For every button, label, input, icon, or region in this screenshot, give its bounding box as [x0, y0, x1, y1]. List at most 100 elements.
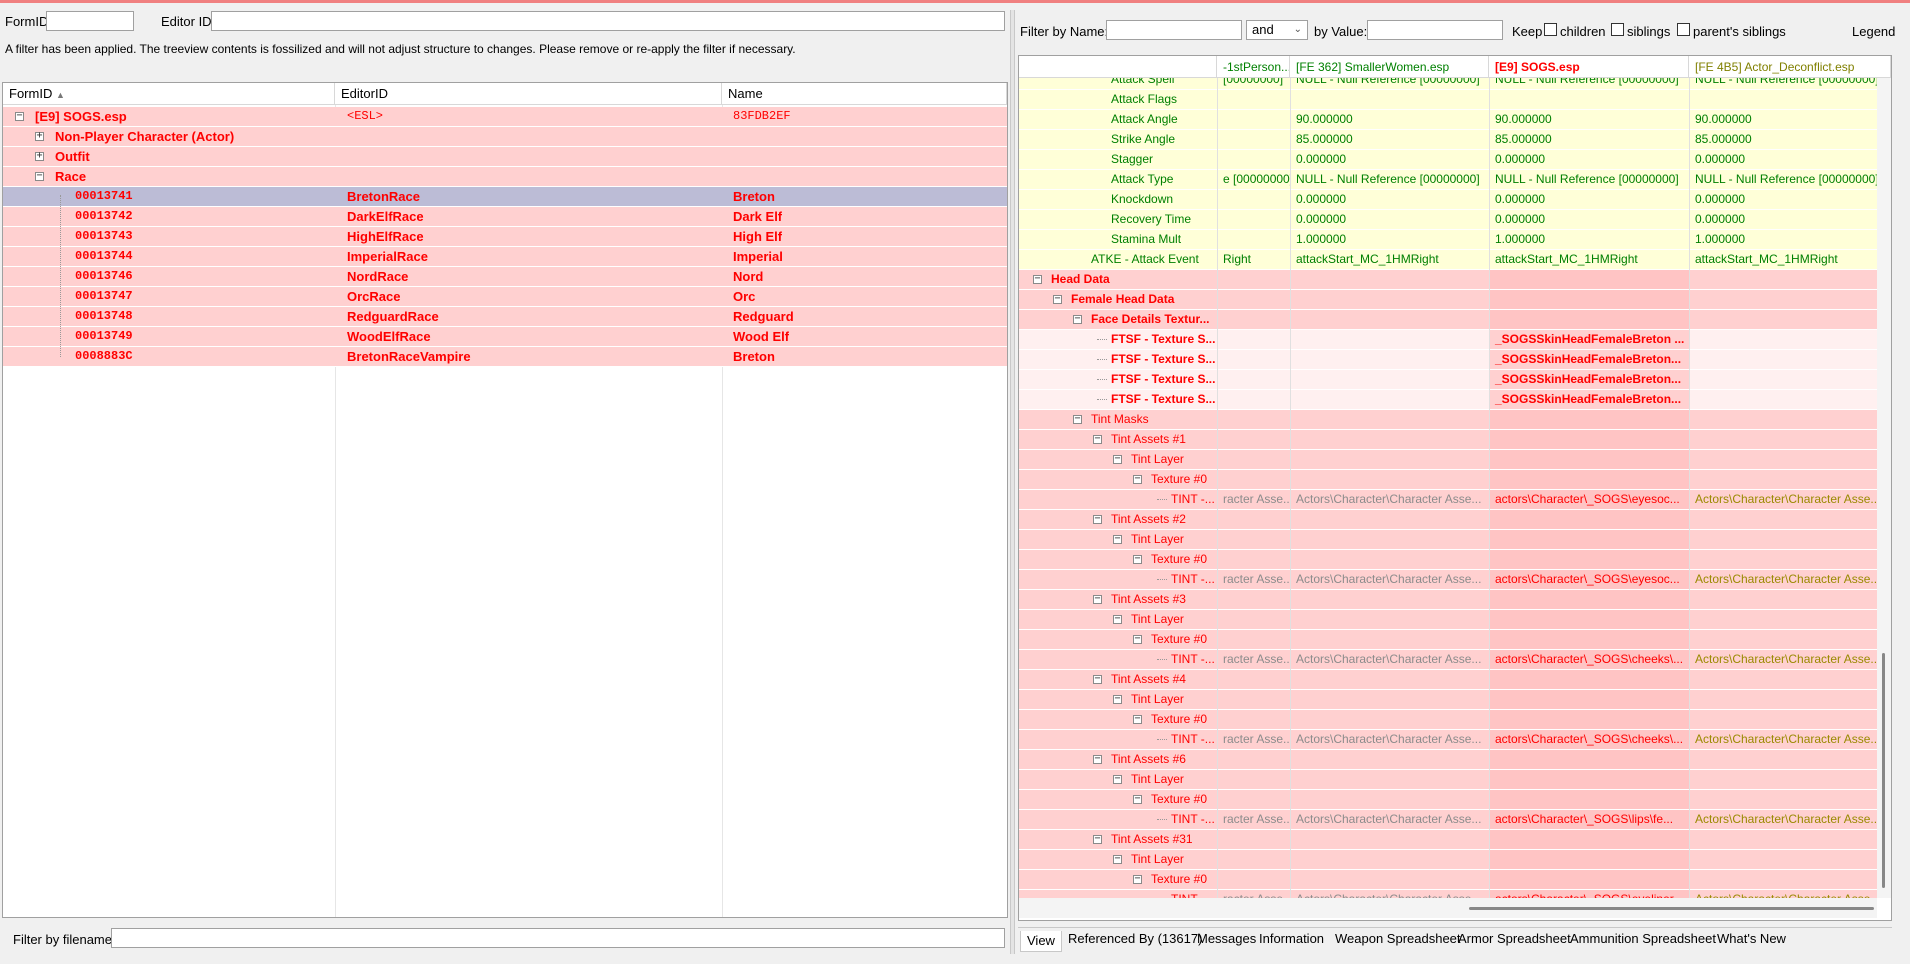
record-tree[interactable]: FormID ▲ EditorID Name − [E9] SOGS.esp <… [2, 82, 1008, 918]
field-value[interactable] [1689, 610, 1891, 629]
field-value[interactable] [1290, 330, 1489, 349]
field-value[interactable] [1290, 830, 1489, 849]
collapse-icon[interactable]: − [35, 171, 44, 181]
collapse-icon[interactable]: − [15, 111, 24, 121]
field-value[interactable] [1217, 630, 1290, 649]
field-value[interactable] [1217, 590, 1290, 609]
field-value[interactable]: Actors\Character\Character Asse... [1689, 810, 1891, 829]
field-value[interactable] [1217, 290, 1290, 309]
field-value[interactable] [1290, 710, 1489, 729]
field-value[interactable] [1489, 870, 1689, 889]
field-value[interactable] [1217, 510, 1290, 529]
record-field-row[interactable]: TINT -...racter Asse...Actors\Character\… [1019, 730, 1891, 750]
field-value[interactable] [1217, 830, 1290, 849]
scrollbar-thumb[interactable] [1882, 653, 1885, 888]
field-value[interactable] [1290, 750, 1489, 769]
column-header-file[interactable]: [FE 4B5] Actor_Deconflict.esp [1689, 56, 1891, 78]
record-field-row[interactable]: Stagger 0.000000 0.000000 0.000000 [1019, 150, 1891, 170]
tab-view[interactable]: View [1020, 931, 1062, 952]
panel-splitter[interactable] [1010, 10, 1015, 954]
field-value[interactable]: Actors\Character\Character Asse... [1290, 810, 1489, 829]
record-field-row[interactable]: − Texture #0 [1019, 550, 1891, 570]
filter-name-input[interactable] [1106, 20, 1242, 40]
filter-value-input[interactable] [1367, 20, 1503, 40]
field-value[interactable] [1217, 270, 1290, 289]
record-field-row[interactable]: FTSF - Texture S... _SOGSSkinHeadFemaleBr… [1019, 350, 1891, 370]
collapse-icon[interactable]: − [1093, 434, 1102, 444]
field-value[interactable] [1217, 870, 1290, 889]
field-value[interactable] [1290, 310, 1489, 329]
field-value[interactable]: e [00000000] [1217, 170, 1290, 189]
field-value[interactable] [1689, 830, 1891, 849]
field-value[interactable] [1217, 410, 1290, 429]
record-field-row[interactable]: − Texture #0 [1019, 870, 1891, 890]
tree-row-record[interactable]: 0008883C BretonRaceVampire Breton [3, 347, 1007, 367]
horizontal-scrollbar[interactable] [1019, 898, 1877, 918]
field-value[interactable] [1290, 630, 1489, 649]
filename-filter-input[interactable] [111, 928, 1005, 948]
field-value[interactable] [1489, 510, 1689, 529]
collapse-icon[interactable]: − [1093, 514, 1102, 524]
field-value[interactable] [1489, 470, 1689, 489]
field-value[interactable] [1290, 390, 1489, 409]
field-value[interactable]: 85.000000 [1290, 130, 1489, 149]
field-value[interactable]: _SOGSSkinHeadFemaleBreton... [1489, 350, 1689, 369]
siblings-checkbox[interactable] [1611, 23, 1624, 36]
collapse-icon[interactable]: − [1093, 594, 1102, 604]
collapse-icon[interactable]: − [1093, 754, 1102, 764]
field-value[interactable] [1290, 410, 1489, 429]
collapse-icon[interactable]: − [1133, 874, 1142, 884]
record-field-row[interactable]: Stamina Mult 1.000000 1.000000 1.000000 [1019, 230, 1891, 250]
field-value[interactable]: _SOGSSkinHeadFemaleBreton... [1489, 390, 1689, 409]
tree-row-record[interactable]: 00013747 OrcRace Orc [3, 287, 1007, 307]
field-value[interactable] [1217, 450, 1290, 469]
field-value[interactable] [1290, 510, 1489, 529]
tree-row-record[interactable]: 00013743 HighElfRace High Elf [3, 227, 1007, 247]
record-field-row[interactable]: − Texture #0 [1019, 710, 1891, 730]
collapse-icon[interactable]: − [1113, 774, 1122, 784]
field-value[interactable] [1217, 710, 1290, 729]
record-view-grid[interactable]: -1stPerson... [FE 362] SmallerWomen.esp … [1018, 55, 1892, 921]
field-value[interactable]: 90.000000 [1689, 110, 1891, 129]
field-value[interactable]: 0.000000 [1489, 150, 1689, 169]
tab-weapon-spreadsheet[interactable]: Weapon Spreadsheet [1335, 929, 1461, 949]
tree-row-record[interactable]: 00013742 DarkElfRace Dark Elf [3, 207, 1007, 227]
tree-row-record[interactable]: 00013744 ImperialRace Imperial [3, 247, 1007, 267]
tab-armor-spreadsheet[interactable]: Armor Spreadsheet [1458, 929, 1571, 949]
tab-messages[interactable]: Messages [1197, 929, 1256, 949]
collapse-icon[interactable]: − [1133, 474, 1142, 484]
field-value[interactable]: 85.000000 [1489, 130, 1689, 149]
field-value[interactable]: Actors\Character\Character Asse... [1689, 890, 1891, 898]
record-field-row[interactable]: Strike Angle 85.000000 85.000000 85.000000 [1019, 130, 1891, 150]
field-value[interactable] [1489, 670, 1689, 689]
field-value[interactable] [1217, 370, 1290, 389]
field-value[interactable]: 90.000000 [1290, 110, 1489, 129]
expand-icon[interactable]: + [35, 151, 44, 161]
field-value[interactable] [1217, 470, 1290, 489]
field-value[interactable]: racter Asse... [1217, 810, 1290, 829]
field-value[interactable]: Actors\Character\Character Asse... [1689, 730, 1891, 749]
collapse-icon[interactable]: − [1113, 534, 1122, 544]
field-value[interactable]: _SOGSSkinHeadFemaleBreton... [1489, 370, 1689, 389]
field-value[interactable] [1290, 870, 1489, 889]
field-value[interactable]: attackStart_MC_1HMRight [1489, 250, 1689, 269]
field-value[interactable] [1689, 330, 1891, 349]
tree-row-record[interactable]: 00013746 NordRace Nord [3, 267, 1007, 287]
field-value[interactable] [1489, 410, 1689, 429]
field-value[interactable] [1689, 310, 1891, 329]
collapse-icon[interactable]: − [1033, 274, 1042, 284]
field-value[interactable]: NULL - Null Reference [00000000] [1290, 78, 1489, 89]
record-field-row[interactable]: − Tint Layer [1019, 610, 1891, 630]
record-field-row[interactable]: − Tint Assets #3 [1019, 590, 1891, 610]
field-value[interactable] [1689, 90, 1891, 109]
tab-information[interactable]: Information [1259, 929, 1324, 949]
column-header-name[interactable]: Name [722, 83, 1007, 105]
field-value[interactable] [1489, 310, 1689, 329]
field-value[interactable] [1217, 750, 1290, 769]
field-value[interactable] [1217, 330, 1290, 349]
field-value[interactable] [1290, 550, 1489, 569]
column-header-formid[interactable]: FormID ▲ [3, 83, 335, 105]
field-value[interactable] [1217, 90, 1290, 109]
field-value[interactable] [1489, 690, 1689, 709]
field-value[interactable] [1489, 630, 1689, 649]
